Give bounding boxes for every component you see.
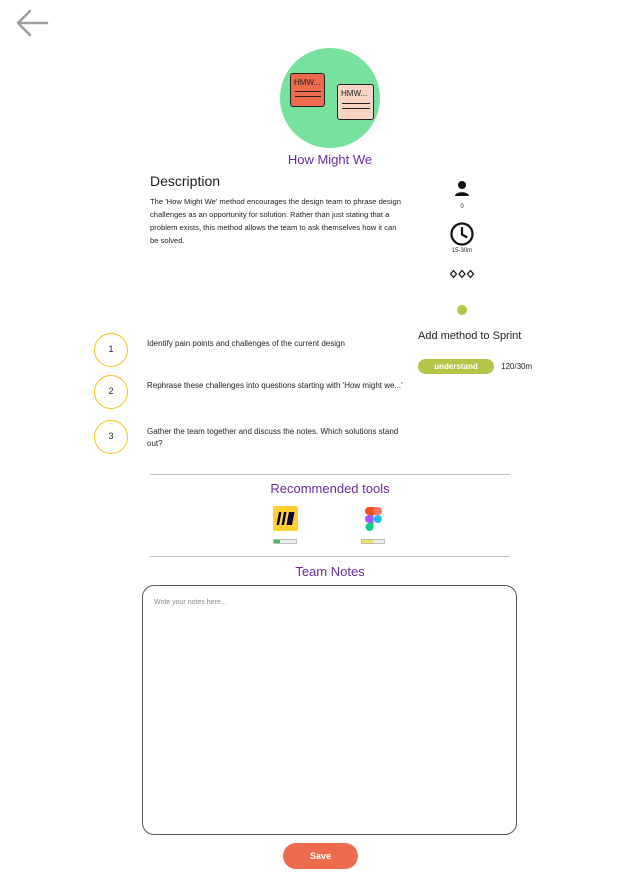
tool-figma[interactable] <box>361 506 387 544</box>
save-button[interactable]: Save <box>283 843 358 869</box>
sticky-note-label: HMW... <box>294 78 321 87</box>
note-line <box>342 108 370 109</box>
sprint-time-value: 120/30m <box>501 362 533 371</box>
sprint-phase-button[interactable]: understand <box>418 359 494 374</box>
step-text: Identify pain points and challenges of t… <box>147 339 345 348</box>
step-number: 3 <box>94 420 128 454</box>
back-button[interactable] <box>14 8 50 38</box>
description-heading: Description <box>150 173 221 189</box>
tool-rating-fill <box>362 540 375 543</box>
participants-value: 0 <box>460 204 464 210</box>
sprint-status-dot <box>457 305 467 315</box>
recommended-tools-heading: Recommended tools <box>270 481 390 496</box>
divider <box>150 474 510 475</box>
divider <box>150 556 510 557</box>
step-item: 1 Identify pain points and challenges of… <box>94 333 414 369</box>
step-number: 1 <box>94 333 128 367</box>
tool-rating-fill <box>274 540 280 543</box>
person-icon <box>455 181 469 196</box>
step-text: Gather the team together and discuss the… <box>147 427 399 448</box>
arrow-left-icon <box>16 9 49 37</box>
step-text: Rephrase these challenges into questions… <box>147 381 403 390</box>
figma-logo-icon <box>365 507 382 531</box>
method-illustration: HMW... HMW... <box>280 48 380 148</box>
clock-icon <box>450 222 474 246</box>
tool-miro[interactable] <box>273 506 299 544</box>
note-line <box>295 96 321 97</box>
description-text: The 'How Might We' method encourages the… <box>150 197 401 245</box>
method-stats: 0 15-30m <box>444 180 480 279</box>
team-notes-input[interactable] <box>142 585 517 835</box>
note-line <box>295 91 321 92</box>
note-line <box>342 103 370 104</box>
tool-rating-bar <box>273 539 297 544</box>
step-number: 2 <box>94 375 128 409</box>
duration-value: 15-30m <box>451 248 473 254</box>
step-item: 3 Gather the team together and discuss t… <box>94 420 414 456</box>
tool-rating-bar <box>361 539 385 544</box>
miro-logo-icon <box>273 506 298 531</box>
sticky-note-icon: HMW... <box>290 73 325 107</box>
diamonds-icon <box>449 269 475 279</box>
team-notes-heading: Team Notes <box>295 564 365 579</box>
sticky-note-icon: HMW... <box>337 84 374 120</box>
method-title: How Might We <box>287 152 373 167</box>
step-item: 2 Rephrase these challenges into questio… <box>94 375 414 411</box>
sticky-note-label: HMW... <box>341 89 368 98</box>
add-to-sprint-label[interactable]: Add method to Sprint <box>418 330 521 342</box>
